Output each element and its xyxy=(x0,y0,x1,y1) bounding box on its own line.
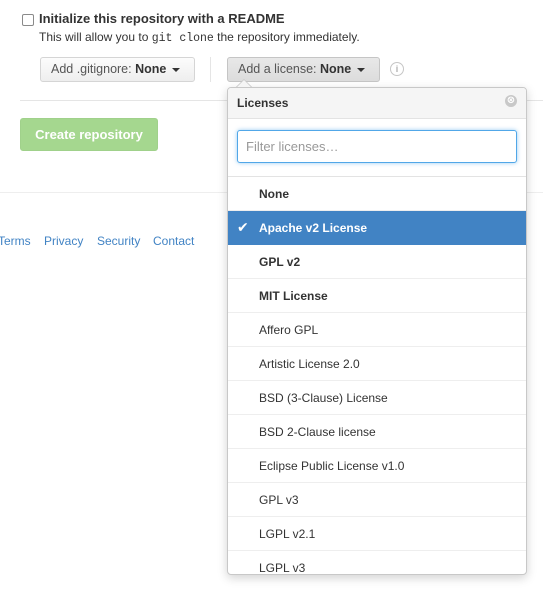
filter-container xyxy=(228,119,526,177)
footer-link-security[interactable]: Security xyxy=(97,234,140,248)
checkmark-icon: ✔ xyxy=(237,219,249,235)
create-repository-button[interactable]: Create repository xyxy=(20,118,158,151)
gitignore-prefix: Add .gitignore: xyxy=(51,62,136,76)
license-option[interactable]: Eclipse Public License v1.0 xyxy=(228,449,526,483)
license-option-label: Artistic License 2.0 xyxy=(259,357,360,371)
caret-down-icon xyxy=(357,67,366,72)
license-option[interactable]: GPL v2 xyxy=(228,245,526,279)
caret-down-icon xyxy=(172,67,181,72)
readme-label[interactable]: Initialize this repository with a README xyxy=(39,11,285,26)
license-option[interactable]: None xyxy=(228,177,526,211)
license-option-label: BSD 2-Clause license xyxy=(259,425,376,439)
license-option[interactable]: BSD 2-Clause license xyxy=(228,415,526,449)
git-clone-code: git clone xyxy=(151,32,214,45)
license-option[interactable]: MIT License xyxy=(228,279,526,313)
license-option[interactable]: Affero GPL xyxy=(228,313,526,347)
license-option[interactable]: ✔ Apache v2 License xyxy=(228,211,526,245)
license-dropdown: Licenses ⊗ None ✔ Apache v2 License GPL v2 M… xyxy=(227,87,527,575)
license-option-label: GPL v2 xyxy=(259,255,301,269)
footer-link-terms[interactable]: Terms xyxy=(0,234,31,248)
dropdown-title: Licenses xyxy=(237,96,289,110)
license-option[interactable]: LGPL v2.1 xyxy=(228,517,526,551)
readme-help-text: This will allow you to git clone the rep… xyxy=(39,30,360,45)
close-icon[interactable]: ⊗ xyxy=(505,95,517,107)
license-option-label: None xyxy=(259,187,289,201)
readme-help-prefix: This will allow you to xyxy=(39,30,152,44)
license-option-label: Apache v2 License xyxy=(259,221,368,235)
info-icon[interactable]: i xyxy=(390,62,404,76)
license-option-label: LGPL v2.1 xyxy=(259,527,316,541)
gitignore-value: None xyxy=(135,62,167,76)
license-prefix: Add a license: xyxy=(238,62,320,76)
footer-link-contact[interactable]: Contact xyxy=(153,234,194,248)
add-gitignore-button[interactable]: Add .gitignore: None xyxy=(40,57,195,82)
license-option[interactable]: LGPL v3 xyxy=(228,551,526,575)
license-option-label: GPL v3 xyxy=(259,493,299,507)
license-option-label: BSD (3-Clause) License xyxy=(259,391,388,405)
dropdown-pointer-fill xyxy=(237,80,251,87)
dropdown-header: Licenses ⊗ xyxy=(228,88,526,119)
readme-checkbox[interactable] xyxy=(22,14,34,26)
button-divider xyxy=(210,57,211,82)
license-option[interactable]: BSD (3-Clause) License xyxy=(228,381,526,415)
license-option-label: LGPL v3 xyxy=(259,561,306,575)
license-option-label: Eclipse Public License v1.0 xyxy=(259,459,405,473)
readme-help-suffix: the repository immediately. xyxy=(213,30,360,44)
license-list: None ✔ Apache v2 License GPL v2 MIT License A… xyxy=(228,177,526,575)
license-option[interactable]: GPL v3 xyxy=(228,483,526,517)
footer-link-privacy[interactable]: Privacy xyxy=(44,234,83,248)
license-value: None xyxy=(320,62,352,76)
filter-licenses-input[interactable] xyxy=(237,130,517,163)
license-option-label: MIT License xyxy=(259,289,328,303)
license-option[interactable]: Artistic License 2.0 xyxy=(228,347,526,381)
license-option-label: Affero GPL xyxy=(259,323,319,337)
